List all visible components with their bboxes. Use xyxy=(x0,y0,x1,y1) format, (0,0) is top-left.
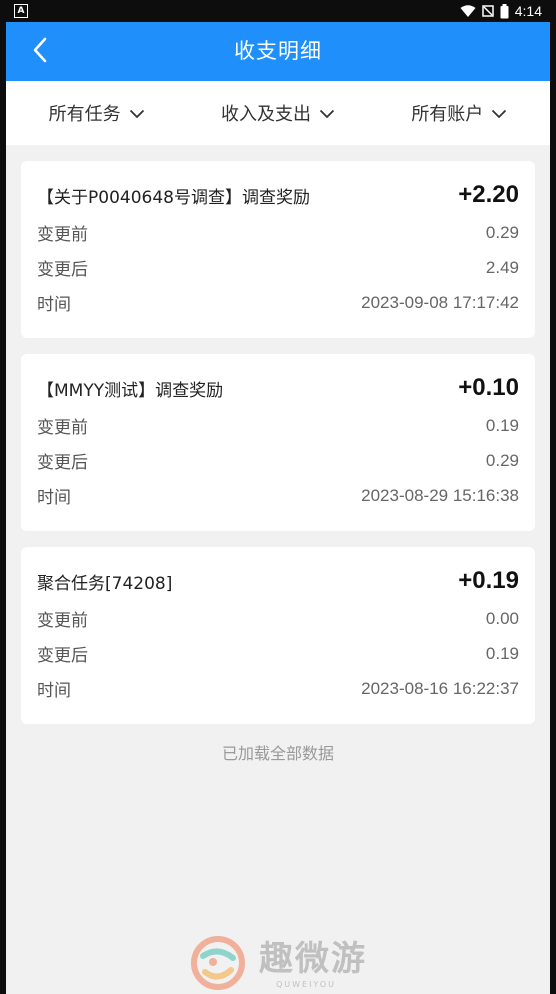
watermark-subtext: QUWEIYOU xyxy=(275,979,337,989)
record-row-before: 变更前 0.19 xyxy=(37,408,519,443)
row-value: 0.00 xyxy=(485,608,519,628)
row-label: 时间 xyxy=(37,295,71,315)
chevron-down-icon xyxy=(319,103,335,124)
chevron-down-icon xyxy=(491,103,507,124)
row-label: 变更前 xyxy=(37,611,88,631)
record-title: 聚合任务[74208] xyxy=(37,573,173,594)
screen: A 4:14 收支明细 所有任务 收入及支出 所有账户 【关于P0040648号… xyxy=(0,0,556,994)
record-row-before: 变更前 0.29 xyxy=(37,215,519,250)
record-title: 【MMYY测试】调查奖励 xyxy=(37,380,224,401)
quweiyou-logo-icon xyxy=(191,936,245,994)
all-loaded-note: 已加载全部数据 xyxy=(221,744,334,763)
filter-bar: 所有任务 收入及支出 所有账户 xyxy=(6,81,550,145)
filter-label: 收入及支出 xyxy=(220,104,311,125)
record-amount: +2.20 xyxy=(458,181,519,208)
row-label: 时间 xyxy=(37,681,71,701)
record-row-time: 时间 2023-09-08 17:17:42 xyxy=(37,285,519,320)
record-amount: +0.19 xyxy=(458,567,519,594)
notification-icon: A xyxy=(14,4,28,18)
record-row-after: 变更后 0.29 xyxy=(37,443,519,478)
record-list: 【关于P0040648号调查】调查奖励 +2.20 变更前 0.29 变更后 2… xyxy=(21,161,535,740)
row-label: 时间 xyxy=(37,488,71,508)
record-card[interactable]: 【MMYY测试】调查奖励 +0.10 变更前 0.19 变更后 0.29 时间 … xyxy=(21,354,535,531)
status-bar: A 4:14 xyxy=(6,0,550,22)
row-value: 2.49 xyxy=(485,257,519,277)
row-label: 变更前 xyxy=(37,225,88,245)
status-time: 4:14 xyxy=(514,3,542,19)
record-card[interactable]: 【关于P0040648号调查】调查奖励 +2.20 变更前 0.29 变更后 2… xyxy=(21,161,535,338)
row-value: 2023-09-08 17:17:42 xyxy=(361,292,519,312)
chevron-down-icon xyxy=(129,103,145,124)
filter-account-dropdown[interactable]: 所有账户 xyxy=(369,100,550,126)
watermark-logo: 趣微游 QUWEIYOU xyxy=(191,936,367,994)
page-title: 收支明细 xyxy=(234,39,322,63)
row-value: 0.19 xyxy=(485,415,519,435)
filter-type-dropdown[interactable]: 收入及支出 xyxy=(187,100,368,126)
record-title: 【关于P0040648号调查】调查奖励 xyxy=(37,187,310,208)
row-label: 变更后 xyxy=(37,260,88,280)
row-label: 变更后 xyxy=(37,453,88,473)
signal-off-icon xyxy=(482,5,494,17)
row-value: 2023-08-16 16:22:37 xyxy=(361,678,519,698)
record-amount: +0.10 xyxy=(458,374,519,401)
record-row-after: 变更后 0.19 xyxy=(37,636,519,671)
row-value: 0.29 xyxy=(485,222,519,242)
record-row-after: 变更后 2.49 xyxy=(37,250,519,285)
row-label: 变更前 xyxy=(37,418,88,438)
filter-task-dropdown[interactable]: 所有任务 xyxy=(6,100,187,126)
battery-icon xyxy=(500,3,509,19)
row-value: 2023-08-29 15:16:38 xyxy=(361,485,519,505)
record-row-before: 变更前 0.00 xyxy=(37,601,519,636)
row-value: 0.29 xyxy=(485,450,519,470)
row-label: 变更后 xyxy=(37,646,88,666)
record-row-time: 时间 2023-08-29 15:16:38 xyxy=(37,478,519,513)
app-bar: 收支明细 xyxy=(6,22,550,81)
row-value: 0.19 xyxy=(485,643,519,663)
watermark-text: 趣微游 xyxy=(259,938,367,979)
filter-label: 所有任务 xyxy=(48,104,121,125)
record-card[interactable]: 聚合任务[74208] +0.19 变更前 0.00 变更后 0.19 时间 2… xyxy=(21,547,535,724)
wifi-icon xyxy=(460,4,476,18)
filter-label: 所有账户 xyxy=(411,104,484,125)
record-row-time: 时间 2023-08-16 16:22:37 xyxy=(37,671,519,706)
